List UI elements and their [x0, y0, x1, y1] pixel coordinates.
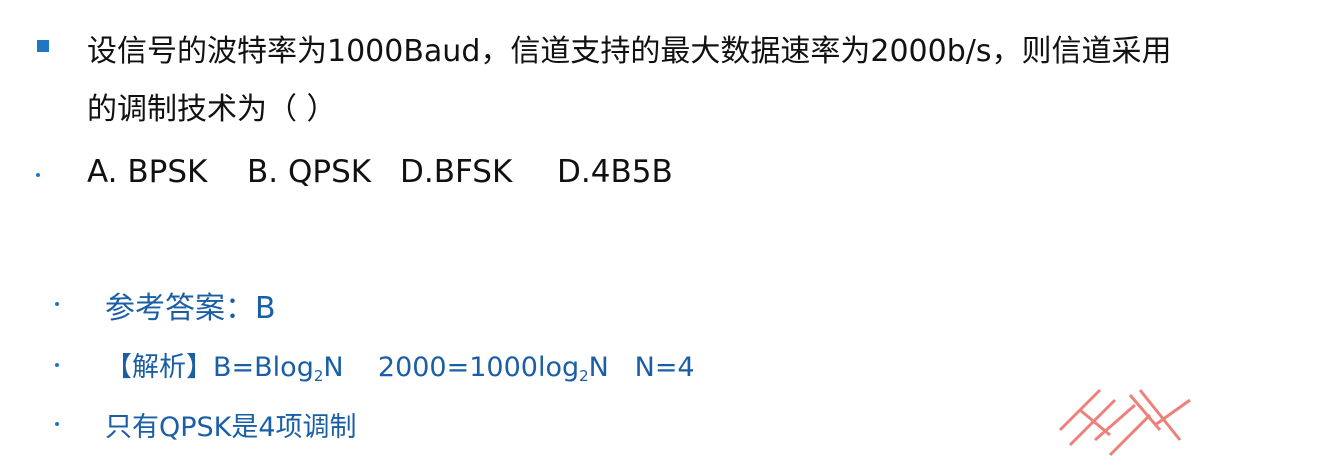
note-bullet-icon — [55, 422, 59, 426]
analysis-text: 【解析】B=Blog2N 2000=1000log2N N=4 — [105, 345, 695, 385]
answer-bullet-icon — [55, 302, 59, 306]
analysis-subscript-1: 2 — [313, 367, 324, 385]
question-line-1: 设信号的波特率为1000Baud，信道支持的最大数据速率为2000b/s，则信道… — [87, 34, 1172, 69]
analysis-subscript-2: 2 — [579, 367, 589, 385]
analysis-prefix: 【解析】B=Blog — [105, 352, 314, 383]
option-d: D.4B5B — [557, 154, 673, 190]
analysis-end: N N=4 — [588, 352, 695, 383]
option-a: A. BPSK — [87, 154, 208, 190]
reference-answer: 参考答案：B — [105, 291, 276, 326]
question-line-2: 的调制技术为（ ） — [87, 92, 337, 127]
analysis-middle: N 2000=1000log — [323, 352, 580, 383]
analysis-note: 只有QPSK是4项调制 — [105, 412, 357, 443]
option-c: D.BFSK — [400, 154, 513, 190]
question-bullet-icon — [37, 40, 49, 52]
option-b: B. QPSK — [247, 154, 372, 190]
watermark-stamp-icon — [1058, 388, 1191, 457]
analysis-bullet-icon — [55, 363, 59, 367]
options-bullet-icon — [36, 173, 40, 177]
